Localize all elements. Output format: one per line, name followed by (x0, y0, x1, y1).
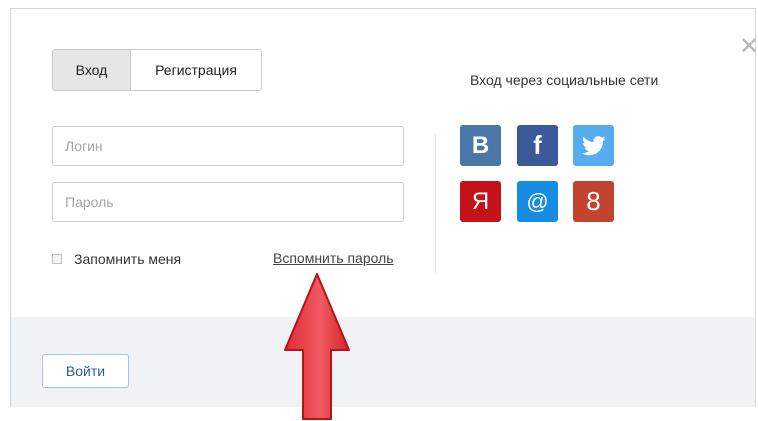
social-title: Вход через социальные сети (470, 72, 659, 88)
yandex-icon: Я (471, 187, 490, 215)
modal-footer: Войти (11, 317, 755, 407)
yandex-button[interactable]: Я (460, 181, 501, 222)
vk-icon: B (471, 131, 490, 159)
remember-label: Запомнить меня (74, 251, 182, 267)
tab-login[interactable]: Вход (53, 50, 131, 90)
remember-checkbox[interactable] (52, 254, 62, 264)
close-icon[interactable]: ✕ (739, 35, 758, 59)
facebook-button[interactable]: f (517, 125, 558, 166)
forgot-password-link[interactable]: Вспомнить пароль (273, 250, 394, 266)
login-button[interactable]: Войти (42, 354, 129, 388)
twitter-button[interactable] (573, 125, 614, 166)
vk-button[interactable]: B (460, 125, 501, 166)
divider (435, 133, 436, 273)
mailru-button[interactable]: @ (517, 181, 558, 222)
remember-me[interactable]: Запомнить меня (52, 251, 181, 267)
auth-modal: ✕ Вход Регистрация Запомнить меня Вспомн… (10, 8, 758, 407)
odnoklassniki-icon: 8 (586, 186, 601, 216)
password-input[interactable] (52, 182, 404, 222)
facebook-icon: f (533, 130, 542, 160)
login-input[interactable] (52, 126, 404, 166)
red-arrow-icon (284, 273, 350, 420)
twitter-icon (581, 135, 606, 155)
auth-tabs: Вход Регистрация (52, 49, 262, 91)
mailru-icon: @ (526, 188, 549, 214)
tab-register[interactable]: Регистрация (131, 50, 261, 90)
odnoklassniki-button[interactable]: 8 (573, 181, 614, 222)
